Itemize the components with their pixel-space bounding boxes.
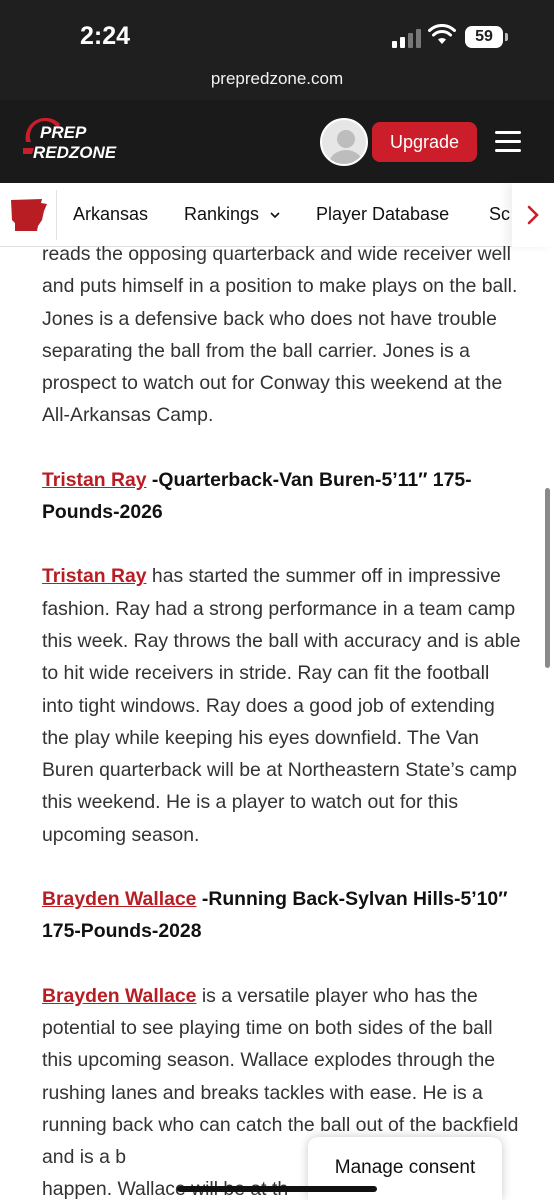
- player-link[interactable]: Tristan Ray: [42, 469, 147, 491]
- nav-item-rankings[interactable]: Rankings: [184, 204, 280, 225]
- chevron-down-icon: [270, 212, 280, 219]
- nav-item-rankings-label: Rankings: [184, 204, 260, 224]
- arkansas-state-icon[interactable]: [10, 198, 48, 232]
- prep-redzone-logo[interactable]: PREP REDZONE: [20, 118, 138, 164]
- player-link[interactable]: Brayden Wallace: [42, 888, 196, 910]
- status-time: 2:24: [80, 22, 131, 50]
- article-paragraph: reads the opposing quarterback and wide …: [42, 243, 518, 427]
- nav-item-schedule[interactable]: Sc: [489, 204, 510, 225]
- wifi-icon: [428, 24, 456, 44]
- player-link[interactable]: Tristan Ray: [42, 565, 147, 587]
- cellular-signal-icon: [392, 28, 422, 48]
- logo-text-top: PREP: [40, 123, 87, 142]
- nav-item-arkansas[interactable]: Arkansas: [73, 204, 148, 225]
- player-heading: Brayden Wallace -Running Back-Sylvan Hil…: [42, 883, 522, 948]
- nav-item-player-database[interactable]: Player Database: [316, 204, 449, 225]
- player-heading: Tristan Ray -Quarterback-Van Buren-5’11″…: [42, 464, 522, 529]
- article-paragraph: Tristan Ray has started the summer off i…: [42, 560, 522, 851]
- battery-level: 59: [465, 26, 503, 48]
- upgrade-button[interactable]: Upgrade: [372, 122, 477, 162]
- player-link[interactable]: Brayden Wallace: [42, 985, 196, 1007]
- article-body: reads the opposing quarterback and wide …: [42, 238, 522, 1200]
- player-description: has started the summer off in impressive…: [42, 565, 521, 846]
- battery-tip: [505, 33, 508, 41]
- logo-text-bottom: REDZONE: [33, 143, 117, 162]
- page-scrollbar[interactable]: [545, 488, 550, 668]
- avatar[interactable]: [320, 118, 368, 166]
- chevron-right-icon: [527, 205, 539, 225]
- hamburger-menu-icon[interactable]: [495, 131, 521, 153]
- status-bar: 2:24 59: [0, 0, 554, 62]
- nav-divider: [56, 190, 57, 240]
- home-indicator[interactable]: [177, 1186, 377, 1192]
- browser-url[interactable]: prepredzone.com: [0, 62, 554, 100]
